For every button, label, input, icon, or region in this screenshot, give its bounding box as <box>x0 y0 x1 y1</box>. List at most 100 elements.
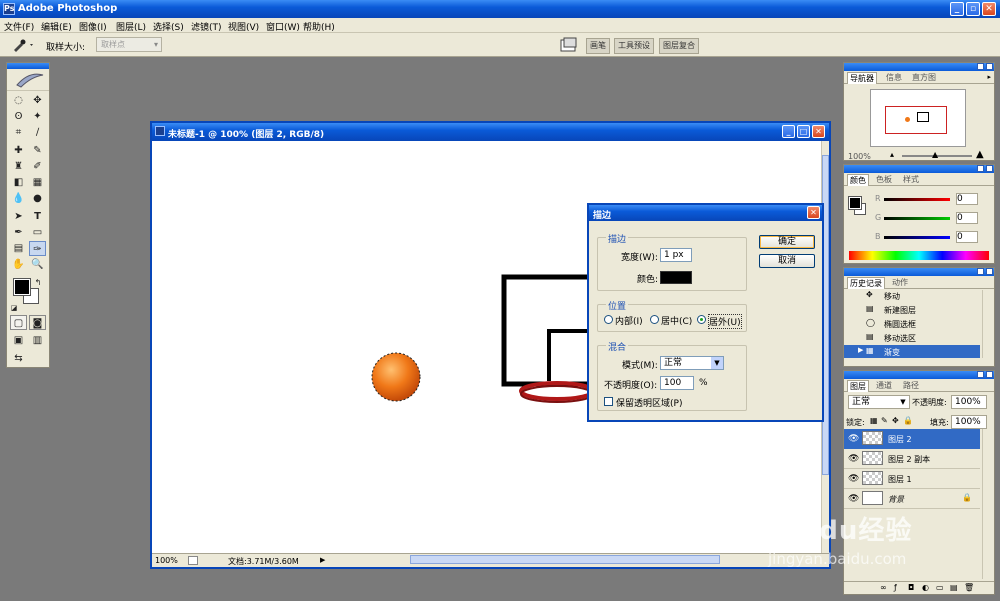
history-scrollbar[interactable] <box>982 290 994 358</box>
new-layer-icon[interactable]: ▤ <box>950 583 958 592</box>
navigator-zoom[interactable]: 100% <box>848 152 871 161</box>
notes-tool-icon[interactable]: ▤ <box>10 241 27 256</box>
color-fg-swatch[interactable] <box>849 197 861 209</box>
adjustment-layer-icon[interactable]: ◐ <box>922 583 929 592</box>
well-tab-brushes[interactable]: 画笔 <box>586 38 610 54</box>
link-layers-icon[interactable]: ∞ <box>880 583 887 592</box>
slice-tool-icon[interactable]: ∕ <box>29 125 46 140</box>
standard-mode-icon[interactable]: ▢ <box>10 315 27 330</box>
well-tab-layer-comps[interactable]: 图层复合 <box>659 38 699 54</box>
doc-minimize-button[interactable]: _ <box>782 125 795 138</box>
channel-r-value[interactable]: 0 <box>956 193 978 205</box>
opacity-input[interactable]: 100 <box>660 376 694 390</box>
healing-brush-icon[interactable]: ✚ <box>10 143 27 158</box>
menu-help[interactable]: 帮助(H) <box>303 20 335 33</box>
blur-tool-icon[interactable]: 💧 <box>10 191 27 206</box>
menu-file[interactable]: 文件(F) <box>4 20 34 33</box>
zoom-tool-icon[interactable]: 🔍 <box>29 257 46 272</box>
tab-channels[interactable]: 通道 <box>874 380 894 392</box>
location-center-radio[interactable] <box>650 315 659 324</box>
cancel-button[interactable]: 取消 <box>759 254 815 268</box>
tab-swatches[interactable]: 色板 <box>874 174 894 186</box>
panel-close-button[interactable] <box>986 268 993 275</box>
zoom-in-icon[interactable]: ▲ <box>976 149 984 160</box>
channel-g-value[interactable]: 0 <box>956 212 978 224</box>
history-brush-icon[interactable]: ✐ <box>29 159 46 174</box>
lock-transparency-icon[interactable]: ▦ <box>870 416 878 425</box>
eye-icon[interactable]: 👁 <box>848 494 859 504</box>
panel-menu-icon[interactable]: ▸ <box>987 73 991 81</box>
layer-row[interactable]: 👁 图层 1 <box>844 469 980 489</box>
layer-row[interactable]: 👁 背景 🔒 <box>844 489 980 509</box>
navigator-view-box[interactable] <box>885 106 947 134</box>
menu-image[interactable]: 图像(I) <box>79 20 107 33</box>
panel-minimize-button[interactable] <box>977 63 984 70</box>
eyedropper-tool-icon[interactable]: ✑ <box>29 241 46 256</box>
lock-all-icon[interactable]: 🔒 <box>903 416 913 425</box>
tab-styles[interactable]: 样式 <box>901 174 921 186</box>
layer-opacity-input[interactable]: 100% <box>951 395 987 409</box>
tab-info[interactable]: 信息 <box>884 72 904 84</box>
stroke-color-swatch[interactable] <box>660 271 692 284</box>
tab-navigator[interactable]: 导航器 <box>847 72 877 84</box>
navigator-thumbnail[interactable] <box>870 89 966 147</box>
eye-icon[interactable]: 👁 <box>848 434 859 444</box>
layer-row-selected[interactable]: 👁 图层 2 <box>844 429 980 449</box>
tab-histogram[interactable]: 直方图 <box>910 72 938 84</box>
layer-row[interactable]: 👁 图层 2 副本 <box>844 449 980 469</box>
clone-stamp-icon[interactable]: ♜ <box>10 159 27 174</box>
location-inside-radio[interactable] <box>604 315 613 324</box>
tab-layers[interactable]: 图层 <box>847 380 869 392</box>
tab-history[interactable]: 历史记录 <box>847 277 885 289</box>
default-colors-icon[interactable]: ◪ <box>9 301 19 316</box>
dodge-tool-icon[interactable]: ● <box>29 191 46 206</box>
location-outside-radio[interactable] <box>697 315 706 324</box>
foreground-color-swatch[interactable] <box>14 279 30 295</box>
preserve-transparency-checkbox[interactable] <box>604 397 613 406</box>
layer-style-icon[interactable]: ƒ <box>894 583 897 592</box>
menu-edit[interactable]: 编辑(E) <box>41 20 72 33</box>
quick-mask-icon[interactable]: ◙ <box>29 315 46 330</box>
panel-close-button[interactable] <box>986 371 993 378</box>
doc-maximize-button[interactable]: □ <box>797 125 810 138</box>
path-selection-icon[interactable]: ➤ <box>10 209 27 224</box>
history-item-selected[interactable]: ▶ ▦ 渐变 <box>844 345 980 358</box>
eye-icon[interactable]: 👁 <box>848 474 859 484</box>
history-item[interactable]: ▤ 移动选区 <box>844 331 980 345</box>
mode-select[interactable]: 正常 ▼ <box>660 356 724 370</box>
zoom-out-icon[interactable]: ▴ <box>890 150 894 159</box>
layer-blend-mode-select[interactable]: 正常 ▼ <box>848 395 910 409</box>
panel-minimize-button[interactable] <box>977 165 984 172</box>
layer-mask-icon[interactable]: ◘ <box>908 583 914 592</box>
status-zoom[interactable]: 100% <box>155 556 178 565</box>
panel-close-button[interactable] <box>986 63 993 70</box>
width-input[interactable]: 1 px <box>660 248 692 262</box>
layer-fill-input[interactable]: 100% <box>951 415 987 429</box>
lock-position-icon[interactable]: ✥ <box>892 416 899 425</box>
ok-button[interactable]: 确定 <box>759 235 815 249</box>
marquee-tool-icon[interactable]: ◌ <box>10 93 27 108</box>
tab-paths[interactable]: 路径 <box>901 380 921 392</box>
color-spectrum-bar[interactable] <box>849 251 989 260</box>
horizontal-scroll-thumb[interactable] <box>410 555 720 564</box>
magic-wand-icon[interactable]: ✦ <box>29 109 46 124</box>
eraser-tool-icon[interactable]: ◧ <box>10 175 27 190</box>
menu-view[interactable]: 视图(V) <box>228 20 259 33</box>
screen-mode-icon[interactable]: ▣ <box>10 333 27 348</box>
tab-color[interactable]: 颜色 <box>847 174 869 186</box>
eyedropper-tool-icon[interactable] <box>10 37 36 53</box>
tab-actions[interactable]: 动作 <box>890 277 910 289</box>
minimize-button[interactable]: _ <box>950 2 964 16</box>
doc-close-button[interactable]: ✕ <box>812 125 825 138</box>
palette-well-icon[interactable] <box>560 37 578 53</box>
history-item[interactable]: ◯ 椭圆选框 <box>844 317 980 331</box>
menu-layer[interactable]: 图层(L) <box>116 20 146 33</box>
restore-button[interactable]: ▫ <box>966 2 980 16</box>
dialog-close-button[interactable]: ✕ <box>807 206 820 219</box>
panel-minimize-button[interactable] <box>977 371 984 378</box>
status-arrow-icon[interactable]: ▶ <box>320 556 325 564</box>
hand-tool-icon[interactable]: ✋ <box>10 257 27 272</box>
navigator-zoom-thumb[interactable]: ▲ <box>932 150 938 159</box>
channel-g-slider[interactable] <box>884 217 950 220</box>
imageready-icon[interactable]: ⇆ <box>10 351 27 366</box>
